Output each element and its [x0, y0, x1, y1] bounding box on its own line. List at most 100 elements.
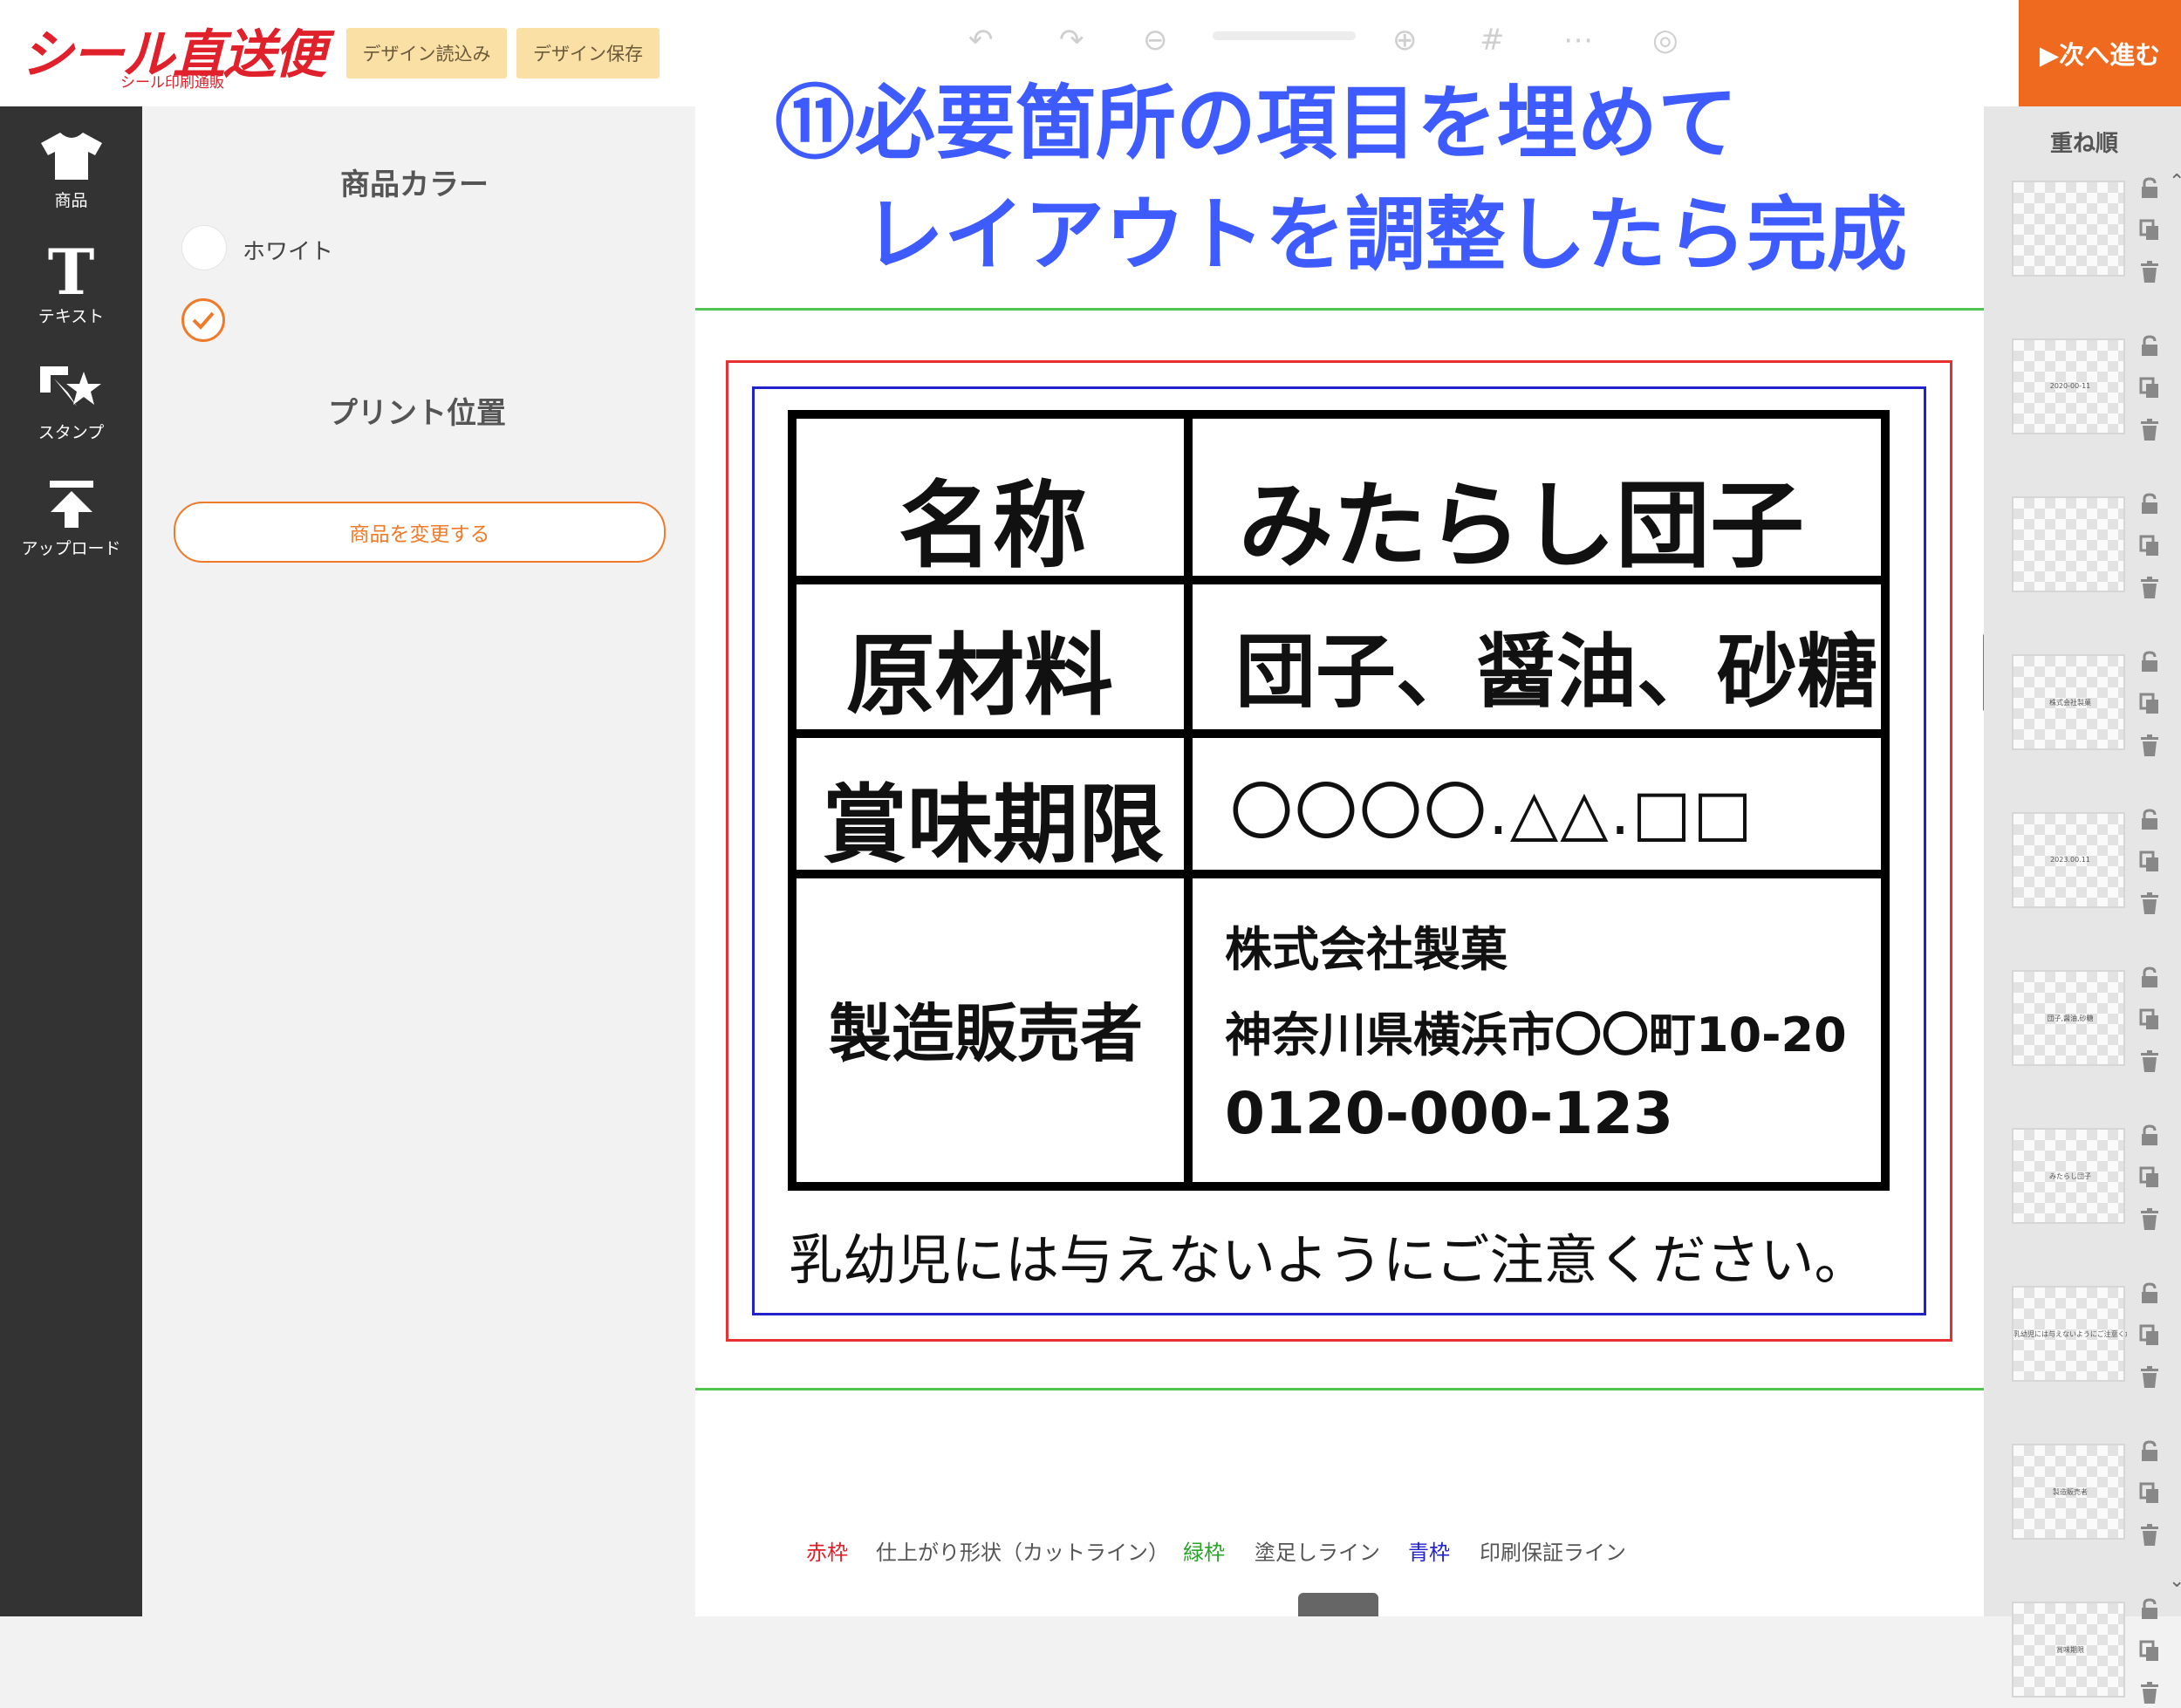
legend-red-key: 赤枠 [806, 1541, 848, 1565]
label-maker-phone[interactable]: 0120-000-123 [1225, 1080, 1673, 1147]
layer-thumb-caption: 2023.00.11 [2050, 856, 2090, 864]
copy-icon[interactable] [2139, 693, 2162, 715]
logo-subtitle: シール印刷通販 [120, 74, 224, 92]
lock-icon[interactable] [2139, 335, 2162, 358]
label-maker-key[interactable]: 製造販売者 [829, 982, 1143, 1074]
tool-product-label: 商品 [54, 191, 88, 210]
settings-panel [142, 106, 695, 1616]
lock-icon[interactable] [2139, 967, 2162, 989]
zoom-slider[interactable] [1213, 31, 1356, 40]
label-expiry-value[interactable]: 〇〇〇〇.△△.□□ [1230, 761, 1754, 852]
lock-icon[interactable] [2139, 651, 2162, 673]
layer-thumb[interactable]: 乳幼児には与えないようにご注意ください。 [2012, 1286, 2127, 1382]
trash-icon[interactable] [2139, 892, 2162, 915]
guide-icon[interactable]: ⋯ [1563, 23, 1593, 58]
upload-icon [47, 475, 96, 534]
instruction-line-1: ⑪必要箇所の項目を埋めて [775, 77, 1739, 170]
print-position-title: プリント位置 [328, 396, 506, 431]
copy-icon[interactable] [2139, 377, 2162, 400]
layer-thumb-caption: 団子,醤油,砂糖 [2047, 1015, 2094, 1022]
change-product-button[interactable]: 商品を変更する [174, 502, 666, 563]
grid-icon[interactable]: # [1480, 23, 1505, 58]
label-name-key[interactable]: 名称 [899, 450, 1087, 586]
layer-thumb[interactable]: 団子,醤油,砂糖 [2012, 970, 2125, 1066]
layer-thumb[interactable]: 2020-00-11 [2012, 338, 2125, 434]
trash-icon[interactable] [2139, 1524, 2162, 1547]
legend-blue-key: 青枠 [1408, 1541, 1450, 1565]
lock-icon[interactable] [2139, 1598, 2162, 1621]
label-expiry-key[interactable]: 賞味期限 [822, 755, 1164, 879]
scroll-down-icon[interactable]: ⌄ [2169, 1570, 2181, 1592]
trash-icon[interactable] [2139, 1208, 2162, 1231]
legend-green-desc: 塗足しライン [1255, 1541, 1380, 1565]
label-name-value[interactable]: みたらし団子 [1239, 450, 1804, 586]
copy-icon[interactable] [2139, 1482, 2162, 1505]
copy-icon[interactable] [2139, 1008, 2162, 1031]
zoom-in-icon[interactable]: ⊕ [1392, 23, 1418, 58]
tool-sidebar [0, 106, 142, 1616]
layer-thumb[interactable] [2012, 181, 2125, 277]
stamp-icon [38, 359, 105, 418]
tool-upload-label: アップロード [21, 539, 121, 558]
lock-icon[interactable] [2139, 1282, 2162, 1305]
layer-thumb-caption: 賞味期限 [2056, 1646, 2084, 1654]
undo-icon[interactable]: ↶ [968, 23, 994, 58]
tool-upload[interactable]: アップロード [0, 475, 142, 559]
layer-thumb[interactable]: 製造販売者 [2012, 1444, 2125, 1540]
layer-thumb-caption: 製造販売者 [2053, 1488, 2088, 1496]
layer-thumb[interactable]: みたらし団子 [2012, 1128, 2125, 1224]
tool-stamp-label: スタンプ [38, 423, 105, 442]
color-swatch-selected[interactable] [181, 298, 225, 342]
tool-stamp[interactable]: スタンプ [0, 359, 142, 443]
redo-icon[interactable]: ↷ [1059, 23, 1084, 58]
layer-thumb[interactable]: 株式会社製菓 [2012, 654, 2125, 750]
copy-icon[interactable] [2139, 535, 2162, 557]
text-icon: T [47, 235, 95, 309]
layer-thumb[interactable] [2012, 496, 2125, 592]
copy-icon[interactable] [2139, 851, 2162, 873]
legend-green-key: 緑枠 [1183, 1541, 1225, 1565]
layers-title: 重ね順 [2050, 131, 2119, 157]
tool-text-label: テキスト [38, 307, 105, 326]
next-step-button[interactable]: ▶次へ進む [2019, 0, 2181, 106]
color-swatch-white[interactable] [181, 225, 227, 270]
lock-icon[interactable] [2139, 493, 2162, 516]
bottom-drawer-handle[interactable] [1298, 1593, 1378, 1616]
label-ingredients-value[interactable]: 団子、醤油、砂糖 [1235, 607, 1877, 723]
layer-thumb-caption: みたらし団子 [2049, 1172, 2091, 1180]
save-design-button[interactable]: デザイン保存 [516, 28, 660, 79]
scroll-up-icon[interactable]: ⌃ [2169, 171, 2181, 193]
tshirt-icon [39, 126, 104, 186]
lock-icon[interactable] [2139, 809, 2162, 831]
trash-icon[interactable] [2139, 419, 2162, 441]
bleed-line-top [695, 308, 1984, 311]
legend-blue-desc: 印刷保証ライン [1480, 1541, 1626, 1565]
copy-icon[interactable] [2139, 1640, 2162, 1663]
tool-text[interactable]: T テキスト [0, 235, 142, 327]
preview-icon[interactable]: ◎ [1652, 23, 1678, 58]
bleed-line-bottom [695, 1388, 1984, 1390]
check-icon [192, 311, 215, 330]
lock-icon[interactable] [2139, 177, 2162, 200]
lock-icon[interactable] [2139, 1124, 2162, 1147]
legend-red-desc: 仕上がり形状（カットライン） [876, 1541, 1169, 1565]
copy-icon[interactable] [2139, 1166, 2162, 1189]
label-notice[interactable]: 乳幼児には与えないようにご注意ください。 [789, 1216, 1869, 1295]
layer-thumb-caption: 乳幼児には与えないようにご注意ください。 [2013, 1330, 2127, 1338]
layer-thumb[interactable]: 2023.00.11 [2012, 812, 2125, 908]
trash-icon[interactable] [2139, 1050, 2162, 1073]
trash-icon[interactable] [2139, 1682, 2162, 1705]
label-maker-company[interactable]: 株式会社製菓 [1225, 911, 1508, 980]
zoom-out-icon[interactable]: ⊖ [1143, 23, 1168, 58]
load-design-button[interactable]: デザイン読込み [346, 28, 507, 79]
lock-icon[interactable] [2139, 1440, 2162, 1463]
trash-icon[interactable] [2139, 261, 2162, 284]
label-ingredients-key[interactable]: 原材料 [846, 605, 1113, 733]
copy-icon[interactable] [2139, 1324, 2162, 1347]
label-maker-address[interactable]: 神奈川県横浜市〇〇町10-20 [1225, 996, 1847, 1065]
trash-icon[interactable] [2139, 734, 2162, 757]
trash-icon[interactable] [2139, 1366, 2162, 1389]
trash-icon[interactable] [2139, 577, 2162, 599]
tool-product[interactable]: 商品 [0, 126, 142, 211]
copy-icon[interactable] [2139, 219, 2162, 242]
